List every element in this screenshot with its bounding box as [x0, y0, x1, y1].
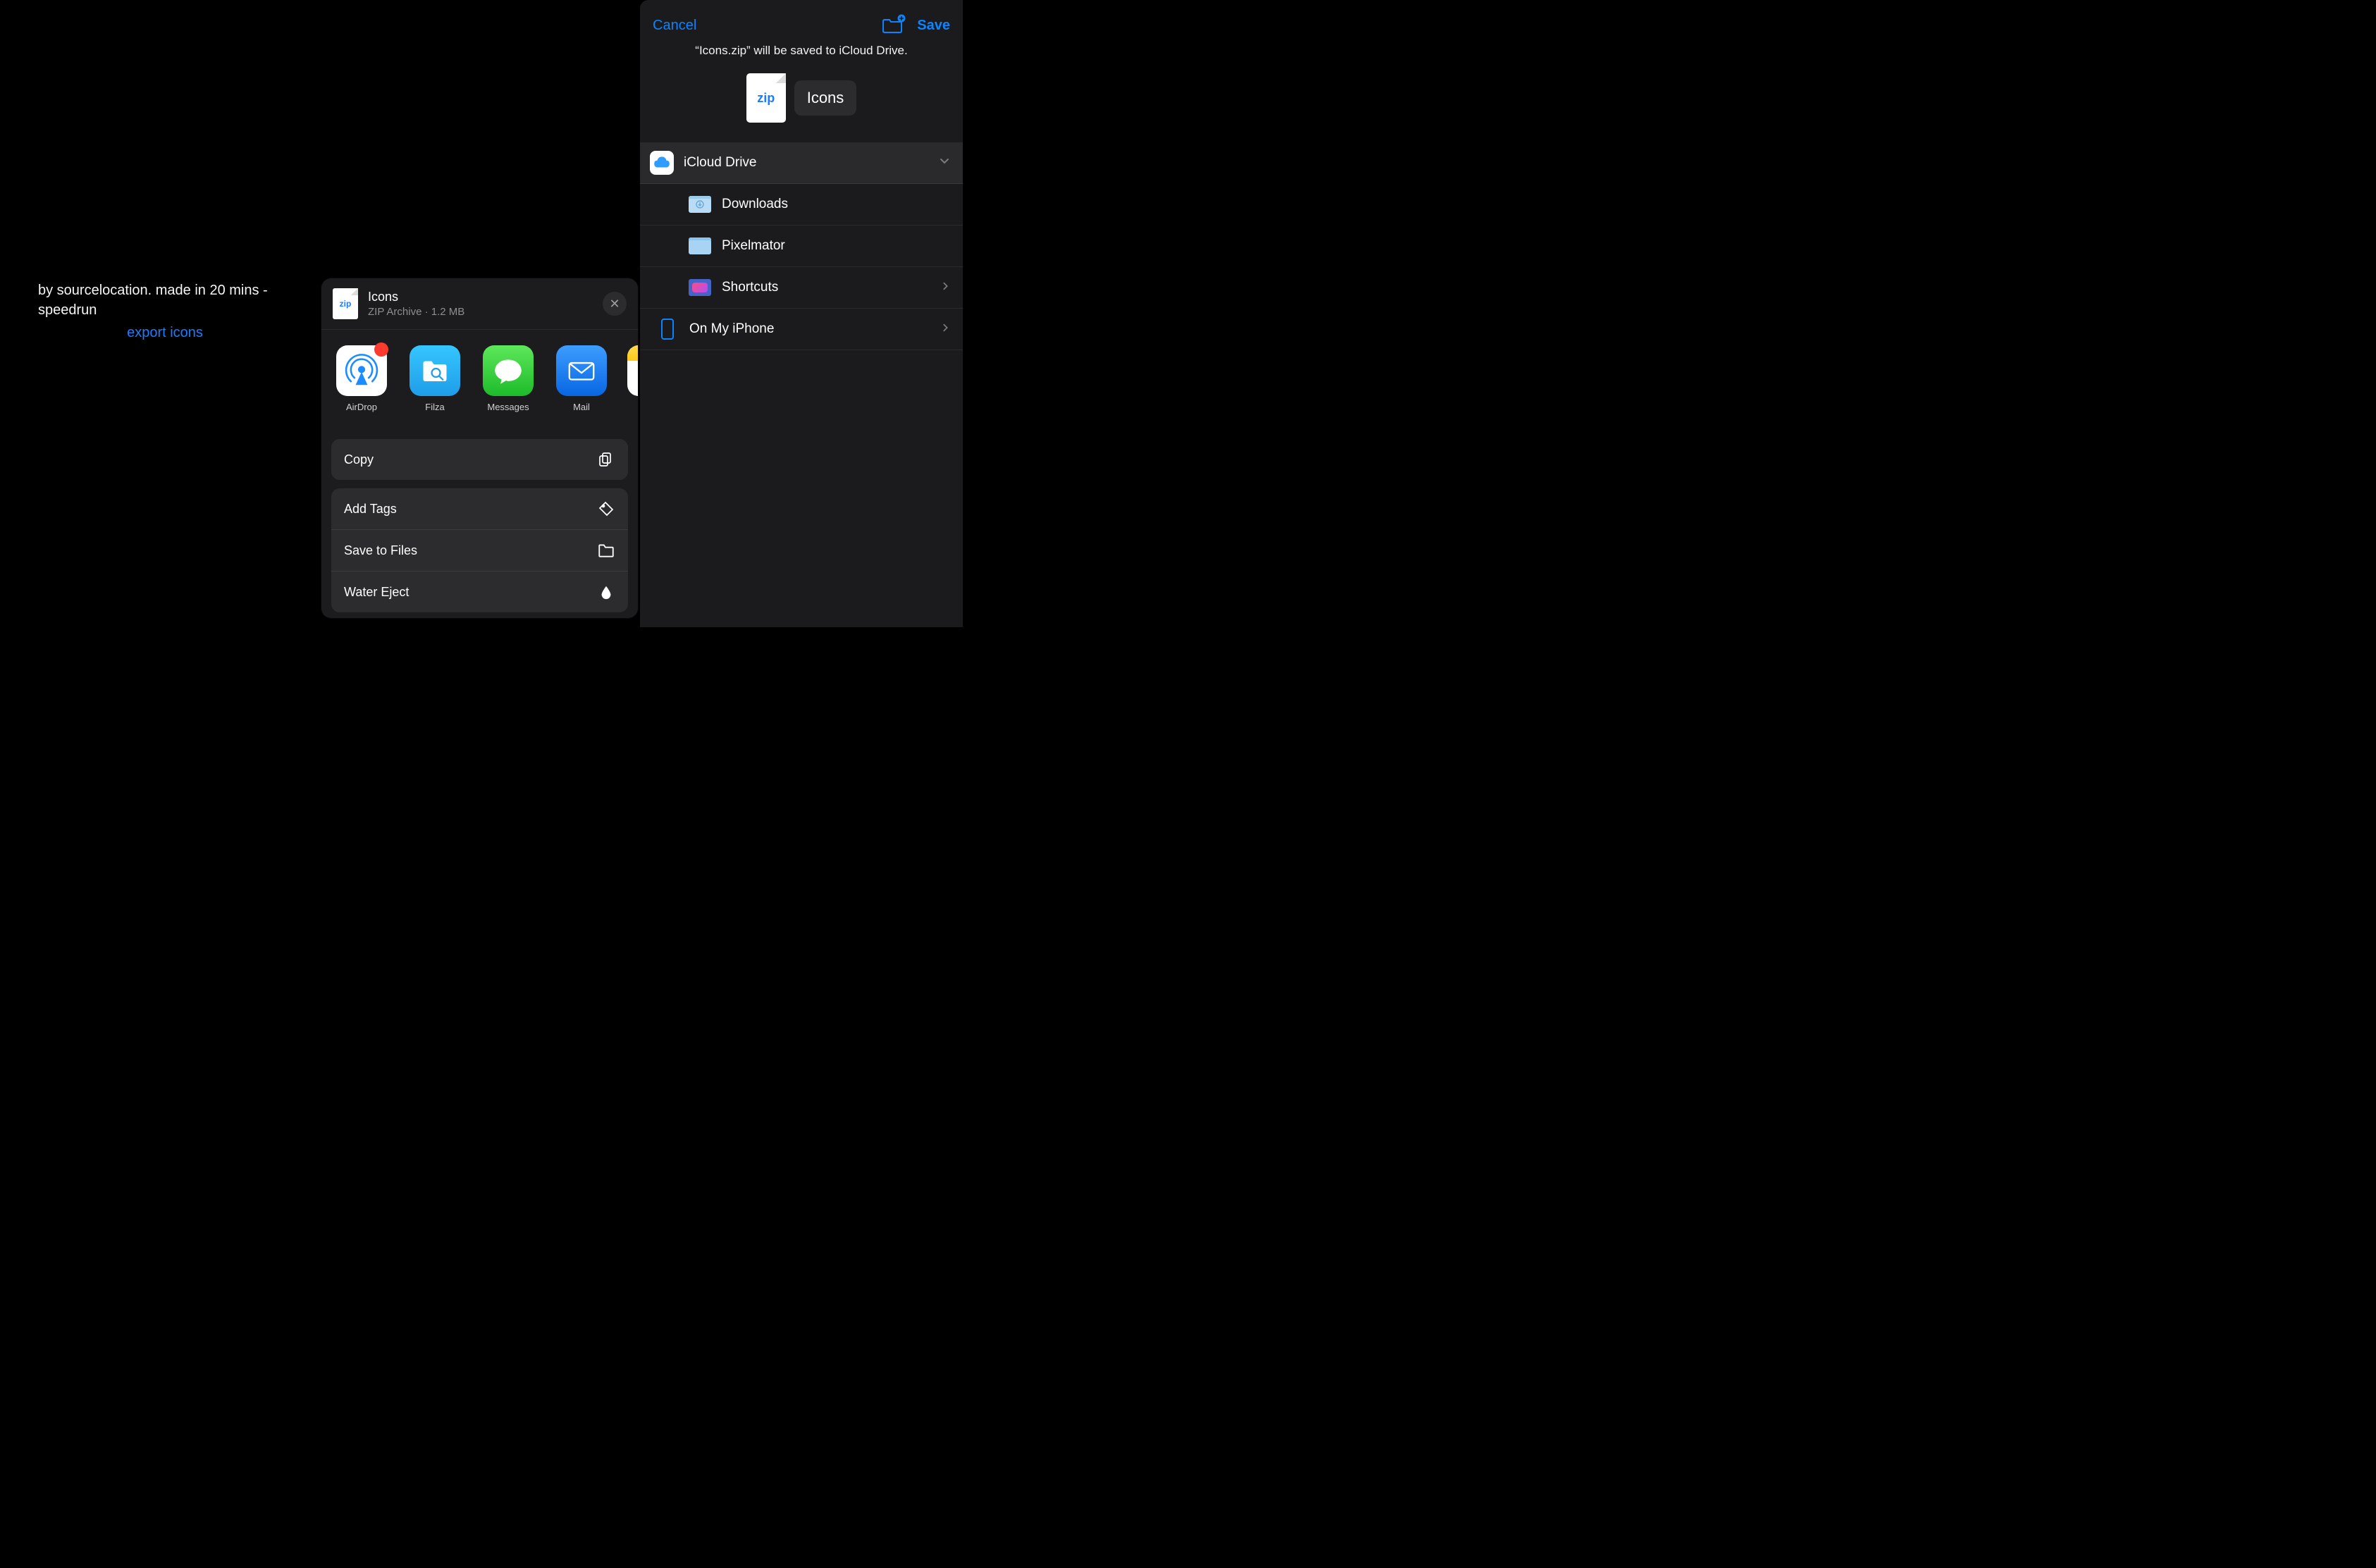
share-file-name: Icons	[368, 290, 593, 304]
location-icloud-drive[interactable]: iCloud Drive	[640, 142, 963, 184]
filename-input[interactable]: Icons	[794, 80, 857, 116]
zip-file-icon: zip	[333, 288, 358, 319]
notification-badge-icon	[374, 342, 388, 357]
cancel-button[interactable]: Cancel	[653, 18, 696, 34]
action-water-eject[interactable]: Water Eject	[331, 571, 628, 612]
location-on-my-iphone[interactable]: On My iPhone	[640, 309, 963, 350]
save-to-files-panel: Cancel Save “Icons.zip” will be saved to…	[640, 0, 963, 627]
credit-block: by sourcelocation. made in 20 mins - spe…	[38, 280, 292, 342]
new-folder-button[interactable]	[882, 17, 903, 34]
location-list: iCloud Drive Downloads Pixelmator	[640, 142, 963, 350]
close-icon: ✕	[609, 297, 620, 311]
action-save-to-files[interactable]: Save to Files	[331, 529, 628, 571]
share-app-label: Filza	[407, 402, 462, 412]
share-app-label: AirDrop	[334, 402, 389, 412]
save-destination-text: “Icons.zip” will be saved to iCloud Driv…	[640, 44, 963, 58]
folder-icon	[688, 276, 712, 300]
filza-icon	[410, 345, 460, 396]
share-header: zip Icons ZIP Archive · 1.2 MB ✕	[321, 278, 638, 329]
export-icons-link[interactable]: export icons	[38, 323, 292, 342]
share-sheet: zip Icons ZIP Archive · 1.2 MB ✕	[321, 278, 638, 618]
share-app-row: AirDrop Filza	[321, 330, 638, 428]
location-label: iCloud Drive	[684, 155, 756, 171]
action-label: Save to Files	[344, 543, 417, 558]
folder-icon	[597, 541, 615, 560]
iphone-icon	[655, 317, 679, 341]
messages-icon	[483, 345, 534, 396]
action-add-tags[interactable]: Add Tags	[331, 488, 628, 529]
location-shortcuts[interactable]: Shortcuts	[640, 267, 963, 309]
action-label: Add Tags	[344, 502, 397, 517]
zip-file-icon-label: zip	[340, 299, 352, 309]
credit-text: by sourcelocation. made in 20 mins - spe…	[38, 280, 292, 320]
share-actions-secondary: Add Tags Save to Files Water Eject	[331, 488, 628, 612]
icloud-icon	[650, 151, 674, 175]
share-app-messages[interactable]: Messages	[481, 345, 536, 412]
action-label: Water Eject	[344, 585, 409, 600]
chevron-right-icon	[940, 321, 950, 337]
zip-file-icon: zip	[746, 73, 786, 123]
zip-file-icon-label: zip	[757, 91, 775, 106]
location-downloads[interactable]: Downloads	[640, 184, 963, 226]
share-actions-primary: Copy	[331, 439, 628, 480]
chevron-down-icon	[939, 155, 950, 171]
close-button[interactable]: ✕	[603, 292, 627, 316]
save-button[interactable]: Save	[917, 18, 950, 34]
share-app-airdrop[interactable]: AirDrop	[334, 345, 389, 412]
share-file-meta: ZIP Archive · 1.2 MB	[368, 306, 593, 318]
share-app-mail[interactable]: Mail	[554, 345, 609, 412]
notes-icon	[627, 345, 638, 396]
location-label: On My iPhone	[689, 321, 774, 337]
mail-icon	[556, 345, 607, 396]
location-label: Downloads	[722, 197, 788, 212]
action-label: Copy	[344, 452, 374, 467]
save-panel-header: Cancel Save	[640, 0, 963, 44]
airdrop-icon	[336, 345, 387, 396]
share-file-info: Icons ZIP Archive · 1.2 MB	[368, 290, 593, 318]
share-app-label: Mail	[554, 402, 609, 412]
copy-icon	[597, 450, 615, 469]
file-preview-row: zip Icons	[640, 73, 963, 123]
chevron-right-icon	[940, 280, 950, 295]
share-app-filza[interactable]: Filza	[407, 345, 462, 412]
share-app-label: Messages	[481, 402, 536, 412]
share-app-notes[interactable]	[627, 345, 638, 412]
folder-icon	[688, 234, 712, 258]
action-copy[interactable]: Copy	[331, 439, 628, 480]
location-pixelmator[interactable]: Pixelmator	[640, 226, 963, 267]
folder-icon	[688, 192, 712, 216]
tag-icon	[597, 500, 615, 518]
location-label: Shortcuts	[722, 280, 778, 295]
location-label: Pixelmator	[722, 238, 785, 254]
filename-value: Icons	[807, 89, 844, 107]
water-drop-icon	[597, 583, 615, 601]
